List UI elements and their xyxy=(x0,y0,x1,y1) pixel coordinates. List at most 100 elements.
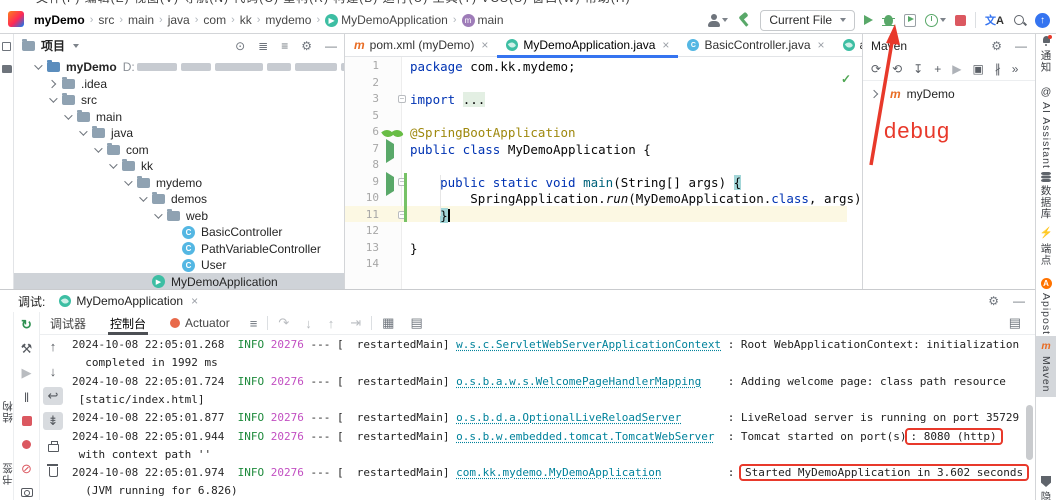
logger-link[interactable]: o.s.b.d.a.OptionalLiveReloadServer xyxy=(456,411,681,424)
chevron-down-icon[interactable] xyxy=(94,144,102,152)
editor-tab-MyDemoApplication-java[interactable]: MyDemoApplication.java × xyxy=(497,34,678,57)
inspections-ok-icon[interactable]: ✓ xyxy=(841,72,851,86)
more-actions-button[interactable]: » xyxy=(1012,62,1019,76)
tree-item-src[interactable]: src xyxy=(14,92,345,109)
step-over-button[interactable]: ↷ xyxy=(272,315,295,331)
chevron-down-icon[interactable] xyxy=(154,210,162,218)
logger-link[interactable]: o.s.b.a.w.s.WelcomePageHandlerMapping xyxy=(456,375,701,388)
tree-item-main[interactable]: main xyxy=(14,108,345,125)
console-scrollbar[interactable] xyxy=(1026,405,1033,460)
mute-breakpoints-button[interactable]: ⊘ xyxy=(17,460,37,477)
update-button[interactable]: ↑ xyxy=(1035,13,1050,28)
stripe-item-书签[interactable]: 书签 xyxy=(0,462,13,488)
chevron-down-icon[interactable] xyxy=(73,44,79,48)
expand-all-button[interactable]: ≣ xyxy=(258,39,268,53)
stop-button[interactable] xyxy=(955,15,966,26)
pause-button[interactable]: ‖ xyxy=(17,389,37,406)
up-stack-button[interactable]: ↑ xyxy=(43,337,63,355)
chevron-down-icon[interactable] xyxy=(49,94,57,102)
run-with-coverage-button[interactable] xyxy=(904,14,916,27)
commit-stripe-icon[interactable] xyxy=(2,65,12,73)
stripe-item-数据库[interactable]: 数据库 xyxy=(1036,172,1056,220)
breadcrumb-item-mydemo[interactable]: mydemo xyxy=(263,13,313,27)
tree-item-demos[interactable]: demos xyxy=(14,191,345,208)
chevron-down-icon[interactable] xyxy=(79,127,87,135)
memory-snapshot-button[interactable] xyxy=(17,484,37,500)
locate-file-button[interactable]: ⊙ xyxy=(235,39,245,53)
stripe-item-结构[interactable]: 结构 xyxy=(0,400,13,426)
breadcrumb-item-main[interactable]: m main xyxy=(460,13,506,27)
debug-tab-调试器[interactable]: 调试器 xyxy=(40,312,96,335)
run-button[interactable] xyxy=(864,15,873,25)
hide-panel-button[interactable]: — xyxy=(1013,294,1025,308)
tree-item-kk[interactable]: kk xyxy=(14,158,345,175)
breadcrumb-item-MyDemoApplication[interactable]: ▶ MyDemoApplication xyxy=(323,13,450,27)
chevron-right-icon[interactable] xyxy=(48,79,56,87)
editor-area[interactable]: m pom.xml (myDemo) × MyDemoApplication.java… xyxy=(345,34,862,289)
build-button[interactable] xyxy=(737,13,751,27)
logger-link[interactable]: o.s.b.w.embedded.tomcat.TomcatWebServer xyxy=(456,430,714,443)
stripe-item-AI Assistant[interactable]: @ AI Assistant xyxy=(1036,86,1056,169)
debug-tab-控制台[interactable]: 控制台 xyxy=(100,312,156,335)
settings-button[interactable]: ⚙ xyxy=(991,39,1002,53)
breadcrumb-item-myDemo[interactable]: myDemo xyxy=(32,13,87,27)
print-button[interactable] xyxy=(43,437,63,455)
close-icon[interactable]: × xyxy=(662,38,669,52)
breadcrumb-item-java[interactable]: java xyxy=(166,13,192,27)
tree-item-User[interactable]: C User xyxy=(14,257,345,274)
breadcrumb-item-com[interactable]: com xyxy=(201,13,228,27)
tree-item-com[interactable]: com xyxy=(14,141,345,158)
chevron-down-icon[interactable] xyxy=(64,111,72,119)
down-stack-button[interactable]: ↓ xyxy=(43,362,63,380)
run-to-cursor-button[interactable]: ⇥ xyxy=(344,315,367,331)
reload-all-button[interactable]: ⟳ xyxy=(871,62,881,76)
fold-marker[interactable]: – xyxy=(398,95,406,103)
tree-item-root-myDemo[interactable]: myDemo D:\myDem xyxy=(14,58,345,75)
editor-tab-a[interactable]: a× xyxy=(834,34,862,57)
step-into-button[interactable]: ↓ xyxy=(299,316,318,331)
chevron-down-icon[interactable] xyxy=(109,160,117,168)
chevron-down-icon[interactable] xyxy=(139,193,147,201)
tree-item-PathVariableController[interactable]: C PathVariableController xyxy=(14,240,345,257)
profiler-button[interactable] xyxy=(925,14,946,27)
download-sources-button[interactable]: ↧ xyxy=(913,62,923,76)
tree-item-BasicController[interactable]: C BasicController xyxy=(14,224,345,241)
debug-tab-Actuator[interactable]: Actuator xyxy=(160,312,240,335)
soft-wrap-button[interactable]: ↩ xyxy=(43,387,63,405)
logger-link[interactable]: com.kk.mydemo.MyDemoApplication xyxy=(456,466,661,479)
run-button[interactable]: ▶ xyxy=(952,62,961,76)
close-icon[interactable]: × xyxy=(818,38,825,52)
layout-settings-button[interactable]: ▤ xyxy=(1003,315,1027,331)
breadcrumb-item-src[interactable]: src xyxy=(96,13,116,27)
console-output[interactable]: 2024-10-08 22:05:01.268 INFO 20276 --- [… xyxy=(66,335,1035,500)
hide-panel-button[interactable]: — xyxy=(1015,39,1027,53)
editor-tab-pom-xml-myDemo-[interactable]: m pom.xml (myDemo) × xyxy=(345,34,497,57)
profile-button[interactable] xyxy=(707,14,728,27)
debug-button[interactable] xyxy=(882,13,895,27)
settings-button[interactable]: ⚙ xyxy=(301,39,312,53)
editor-tab-BasicController-java[interactable]: C BasicController.java × xyxy=(678,34,833,57)
stop-button[interactable] xyxy=(17,413,37,430)
add-configuration-button[interactable]: + xyxy=(934,62,941,76)
breadcrumb-item-main[interactable]: main xyxy=(126,13,156,27)
stripe-item-端点[interactable]: ⚡ 端点 xyxy=(1036,226,1056,266)
settings-button[interactable]: ⚙ xyxy=(988,294,999,308)
breadcrumb-item-kk[interactable]: kk xyxy=(238,13,254,27)
run-configuration-selector[interactable]: Current File xyxy=(760,10,855,31)
run-gutter-icon[interactable] xyxy=(386,144,394,158)
logger-link[interactable]: w.s.c.ServletWebServerApplicationContext xyxy=(456,338,721,351)
stripe-item-Maven[interactable]: m Maven xyxy=(1036,336,1056,397)
hide-panel-button[interactable]: — xyxy=(325,39,337,53)
search-everywhere-button[interactable] xyxy=(1013,14,1026,27)
execute-goal-button[interactable]: ▣ xyxy=(972,62,983,76)
close-icon[interactable]: × xyxy=(191,294,198,308)
run-gutter-icon[interactable] xyxy=(386,177,394,191)
stripe-item-隐私[interactable]: 隐私 xyxy=(1036,476,1056,500)
resume-button[interactable]: ▶ xyxy=(17,365,37,382)
clear-console-button[interactable] xyxy=(43,462,63,480)
tree-item-java[interactable]: java xyxy=(14,125,345,142)
debug-session-tab[interactable]: MyDemoApplication × xyxy=(59,294,198,308)
collapse-all-button[interactable]: ≡ xyxy=(281,39,288,53)
rerun-button[interactable]: ↻ xyxy=(17,317,37,334)
code-area[interactable]: 1 package com.kk.mydemo; 2 3 – import ... 5 6 @S… xyxy=(345,57,862,289)
